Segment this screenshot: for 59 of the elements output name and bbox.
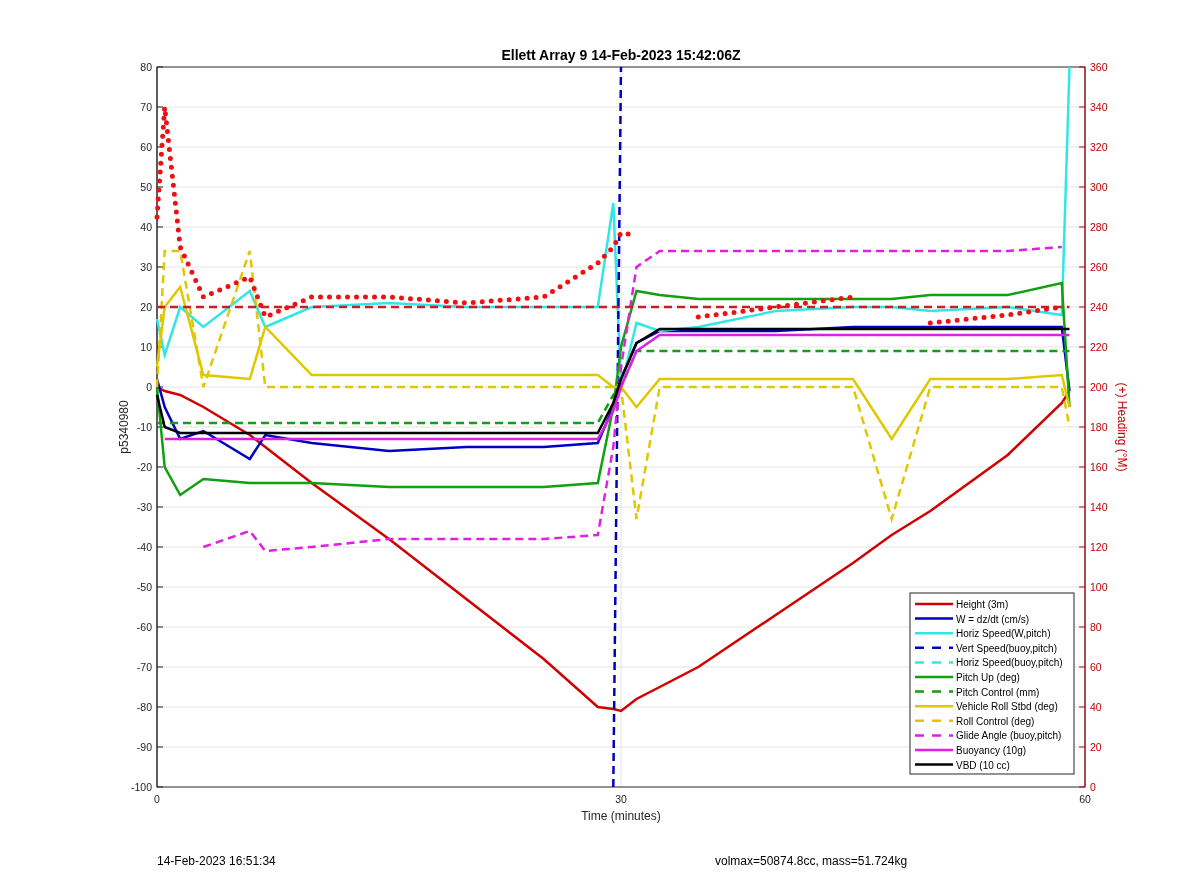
y2-tick-label: 160: [1090, 461, 1108, 473]
y2-tick-label: 260: [1090, 261, 1108, 273]
y2-tick-label: 80: [1090, 621, 1102, 633]
timestamp: 14-Feb-2023 16:51:34: [157, 854, 277, 868]
legend-label: W = dz/dt (cm/s): [956, 613, 1030, 625]
y-tick-label: 70: [140, 101, 152, 113]
y-tick-label: 40: [140, 221, 152, 233]
y-tick-label: -70: [136, 661, 152, 673]
y-tick-label: -60: [136, 621, 152, 633]
y2-tick-label: 60: [1090, 661, 1102, 673]
y-tick-label: -80: [136, 701, 152, 713]
y-tick-label: 0: [146, 381, 152, 393]
x-tick-label: 30: [615, 793, 627, 805]
y-tick-label: -40: [136, 541, 152, 553]
y2-tick-label: 340: [1090, 101, 1108, 113]
y-tick-label: -100: [131, 781, 152, 793]
y-tick-label: 50: [140, 181, 152, 193]
legend-label: Pitch Up (deg): [956, 672, 1020, 683]
y2-tick-label: 120: [1090, 541, 1108, 553]
y2-tick-label: 200: [1090, 381, 1108, 393]
y2-tick-label: 280: [1090, 221, 1108, 233]
legend-label: Vert Speed(buoy,pitch): [956, 642, 1057, 654]
y2-tick-label: 20: [1090, 741, 1102, 753]
y2-tick-label: 100: [1090, 581, 1108, 593]
y-tick-label: 20: [140, 301, 152, 313]
y2-tick-label: 360: [1090, 61, 1108, 73]
y-axis-label: p5340980: [117, 400, 131, 454]
legend-label: Horiz Speed(W,pitch): [956, 628, 1051, 640]
chart-title: Ellett Array 9 14-Feb-2023 15:42:06Z: [501, 47, 741, 63]
summary-text: volmax=50874.8cc, mass=51.724kg: [715, 854, 908, 868]
legend-label: Buoyancy (10g): [956, 745, 1027, 756]
y2-tick-label: 180: [1090, 421, 1108, 433]
y-tick-label: -90: [136, 741, 152, 753]
legend-label: Height (3m): [956, 599, 1009, 610]
y2-tick-label: 220: [1090, 341, 1108, 353]
y-tick-label: -20: [136, 461, 152, 473]
x-tick-label: 60: [1079, 793, 1091, 805]
y-tick-label: -10: [136, 421, 152, 433]
legend-label: VBD (10 cc): [956, 759, 1010, 771]
y-tick-label: -50: [136, 581, 152, 593]
y2-tick-label: 40: [1090, 701, 1102, 713]
y-tick-label: 10: [140, 341, 152, 353]
legend-label: Vehicle Roll Stbd (deg): [956, 701, 1058, 713]
legend-label: Pitch Control (mm): [956, 686, 1040, 698]
y2-axis-label: (+) Heading (°M): [1115, 382, 1129, 472]
legend-label: Glide Angle (buoy,pitch): [956, 730, 1062, 742]
x-tick-label: 0: [154, 793, 160, 805]
y-tick-label: 60: [140, 141, 152, 153]
y2-tick-label: 0: [1090, 781, 1096, 793]
y-tick-label: -30: [136, 501, 152, 513]
y2-tick-label: 320: [1090, 141, 1108, 153]
legend-label: Horiz Speed(buoy,pitch): [956, 657, 1063, 669]
y2-tick-label: 140: [1090, 501, 1108, 513]
y-tick-label: 80: [140, 61, 152, 73]
y2-tick-label: 240: [1090, 301, 1108, 313]
y-tick-label: 30: [140, 261, 152, 273]
y2-tick-label: 300: [1090, 181, 1108, 193]
legend-label: Roll Control (deg): [956, 715, 1035, 727]
x-axis-label: Time (minutes): [581, 809, 661, 823]
